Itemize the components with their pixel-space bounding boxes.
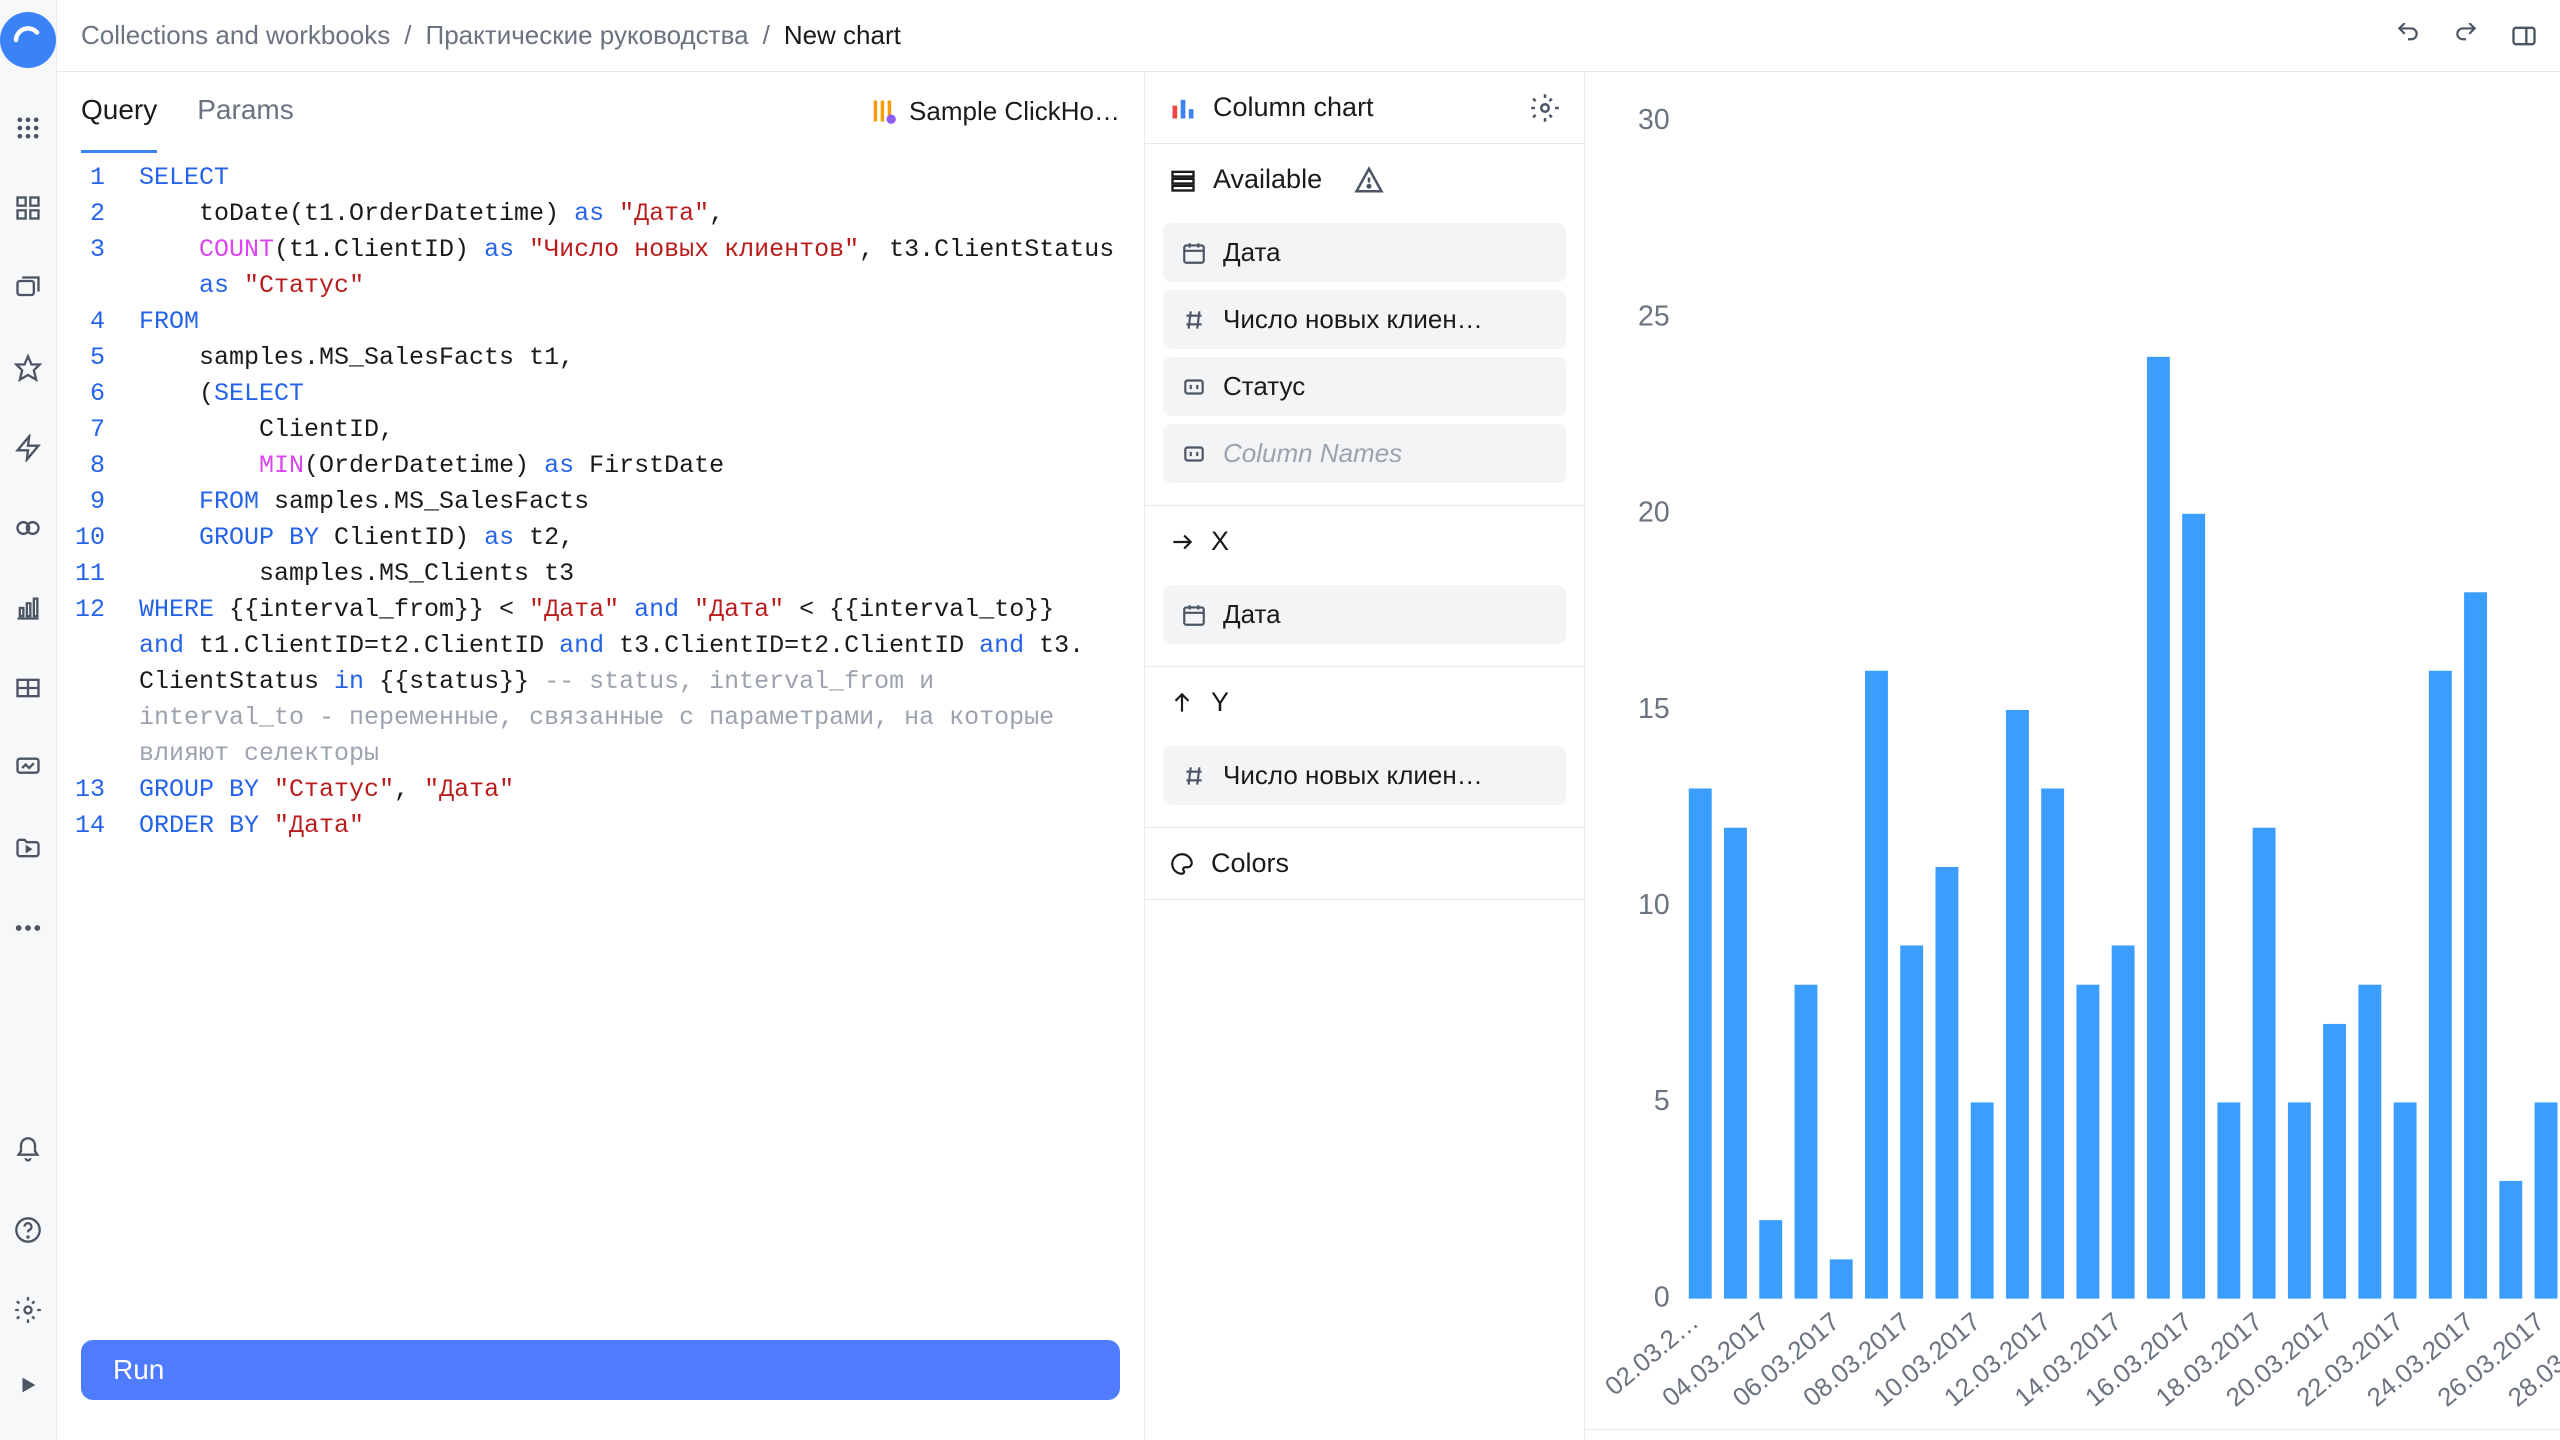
tab-params[interactable]: Params <box>197 72 293 153</box>
svg-text:0: 0 <box>1654 1281 1670 1313</box>
help-icon[interactable] <box>8 1210 48 1250</box>
svg-text:15: 15 <box>1638 693 1670 725</box>
arrow-right-icon <box>1169 529 1195 555</box>
redo-icon[interactable] <box>2444 14 2488 58</box>
svg-text:30: 30 <box>1638 104 1670 136</box>
breadcrumb-current: New chart <box>784 20 901 51</box>
breadcrumb-mid[interactable]: Практические руководства <box>426 20 749 51</box>
field-count[interactable]: Число новых клиен… <box>1163 290 1566 349</box>
sql-editor[interactable]: 1SELECT2 toDate(t1.OrderDatetime) as "Да… <box>57 150 1144 1320</box>
sidebar <box>0 0 57 1440</box>
chart-icon[interactable] <box>8 588 48 628</box>
apps-icon[interactable] <box>8 108 48 148</box>
breadcrumb: Collections and workbooks / Практические… <box>81 20 2370 51</box>
dashboard-icon[interactable] <box>8 188 48 228</box>
arrow-up-icon <box>1169 690 1195 716</box>
table-icon[interactable] <box>8 668 48 708</box>
svg-text:10: 10 <box>1638 889 1670 921</box>
field-colnames[interactable]: Column Names <box>1163 424 1566 483</box>
layout-icon[interactable] <box>2502 14 2546 58</box>
link-icon[interactable] <box>8 508 48 548</box>
breadcrumb-root[interactable]: Collections and workbooks <box>81 20 390 51</box>
undo-icon[interactable] <box>2386 14 2430 58</box>
settings-icon[interactable] <box>8 1290 48 1330</box>
star-icon[interactable] <box>8 348 48 388</box>
paint-icon <box>1169 851 1195 877</box>
field-date[interactable]: Дата <box>1163 223 1566 282</box>
section-available: Available <box>1213 164 1322 195</box>
bell-icon[interactable] <box>8 1130 48 1170</box>
editor-pane: Query Params Sample ClickHo… 1SELECT2 to… <box>57 72 1145 1440</box>
section-x: X <box>1211 526 1229 557</box>
y-field-count[interactable]: Число новых клиен… <box>1163 746 1566 805</box>
play-icon[interactable] <box>8 1370 48 1410</box>
section-y: Y <box>1211 687 1229 718</box>
bolt-icon[interactable] <box>8 428 48 468</box>
monitor-icon[interactable] <box>8 748 48 788</box>
chart-pane: ⋯ 05101520253002.03.2…04.03.201706.03.20… <box>1585 72 2560 1440</box>
topbar: Collections and workbooks / Практические… <box>57 0 2560 72</box>
config-pane: Column chart Available Дата Число новых … <box>1145 72 1585 1440</box>
app-logo[interactable] <box>0 12 56 68</box>
section-colors: Colors <box>1211 848 1289 879</box>
collections-icon[interactable] <box>8 268 48 308</box>
chart-type-label[interactable]: Column chart <box>1213 92 1374 123</box>
tab-query[interactable]: Query <box>81 72 157 153</box>
more-icon[interactable] <box>8 908 48 948</box>
stack-icon <box>1169 166 1197 194</box>
x-field-date[interactable]: Дата <box>1163 585 1566 644</box>
field-status[interactable]: Статус <box>1163 357 1566 416</box>
result-table: Дата▲ Число новых клиентов▲ Статус▲ 2017… <box>1585 1429 2560 1440</box>
column-chart: 05101520253002.03.2…04.03.201706.03.2017… <box>1605 92 2560 1419</box>
folder-icon[interactable] <box>8 828 48 868</box>
warning-icon[interactable] <box>1354 165 1384 195</box>
datasource-selector[interactable]: Sample ClickHo… <box>869 96 1120 127</box>
svg-text:25: 25 <box>1638 300 1670 332</box>
chart-settings-icon[interactable] <box>1530 93 1560 123</box>
run-button[interactable]: Run <box>81 1340 1120 1400</box>
svg-text:20: 20 <box>1638 497 1670 529</box>
svg-text:5: 5 <box>1654 1085 1670 1117</box>
